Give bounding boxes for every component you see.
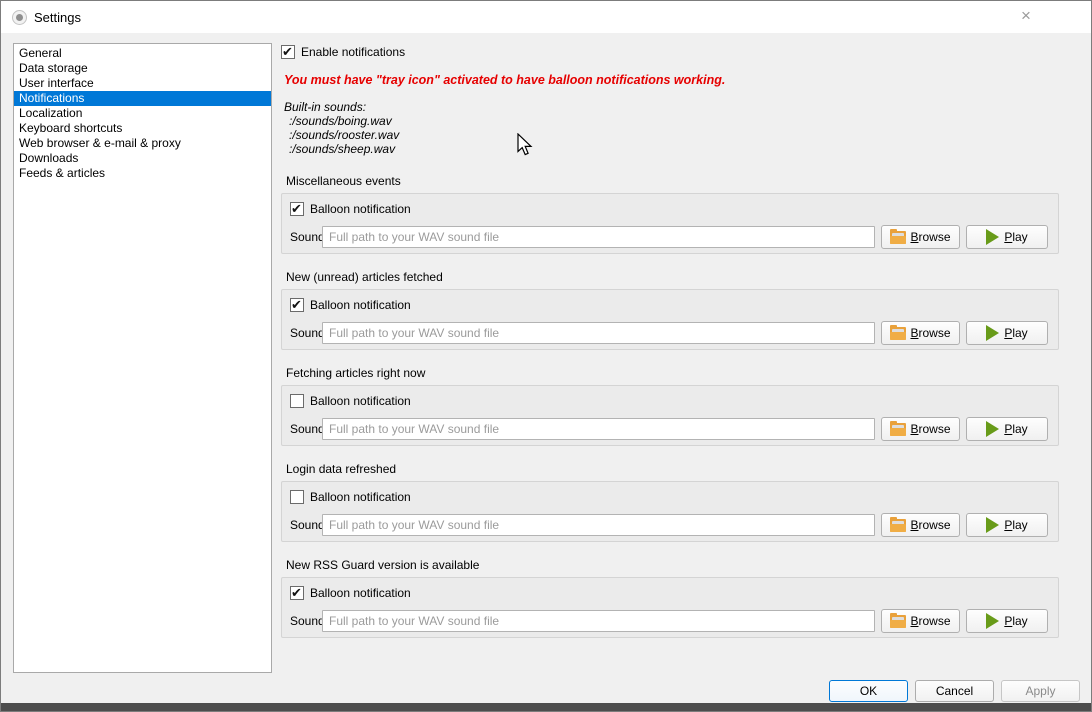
window-title: Settings xyxy=(34,10,81,25)
balloon-row: Balloon notification xyxy=(290,202,1048,216)
sound-label: Sound xyxy=(290,518,322,532)
play-button[interactable]: Play xyxy=(966,321,1048,345)
play-icon xyxy=(986,229,999,245)
sound-row: Sound Browse Play xyxy=(290,513,1048,537)
close-icon[interactable]: × xyxy=(1015,6,1037,28)
builtin-sounds-block: Built-in sounds: :/sounds/boing.wav :/so… xyxy=(284,100,1069,156)
notification-sections: Miscellaneous events Balloon notificatio… xyxy=(281,174,1069,638)
balloon-notification-checkbox[interactable] xyxy=(290,298,304,312)
sidebar-item-web-browser-e-mail-proxy[interactable]: Web browser & e-mail & proxy xyxy=(14,136,271,151)
notification-section: New RSS Guard version is available Ballo… xyxy=(281,558,1069,638)
play-icon xyxy=(986,325,999,341)
notification-section: New (unread) articles fetched Balloon no… xyxy=(281,270,1069,350)
balloon-notification-label: Balloon notification xyxy=(310,394,411,408)
sidebar-item-data-storage[interactable]: Data storage xyxy=(14,61,271,76)
play-icon xyxy=(986,613,999,629)
section-title: Miscellaneous events xyxy=(286,174,1069,188)
folder-icon xyxy=(890,615,906,628)
notifications-panel: Enable notifications You must have "tray… xyxy=(281,45,1069,654)
balloon-notification-label: Balloon notification xyxy=(310,586,411,600)
play-button[interactable]: Play xyxy=(966,417,1048,441)
balloon-row: Balloon notification xyxy=(290,586,1048,600)
sound-path-input[interactable] xyxy=(322,418,875,440)
sidebar-item-localization[interactable]: Localization xyxy=(14,106,271,121)
browse-button[interactable]: Browse xyxy=(881,609,960,633)
tray-icon-warning-text: You must have "tray icon" activated to h… xyxy=(284,73,1069,87)
settings-gear-icon xyxy=(12,10,27,25)
play-button[interactable]: Play xyxy=(966,513,1048,537)
sidebar-item-feeds-articles[interactable]: Feeds & articles xyxy=(14,166,271,181)
browse-button[interactable]: Browse xyxy=(881,513,960,537)
section-groupbox: Balloon notification Sound Browse Play xyxy=(281,481,1059,542)
sound-row: Sound Browse Play xyxy=(290,225,1048,249)
notification-section: Miscellaneous events Balloon notificatio… xyxy=(281,174,1069,254)
enable-notifications-row: Enable notifications xyxy=(281,45,1069,59)
sidebar-item-user-interface[interactable]: User interface xyxy=(14,76,271,91)
sound-row: Sound Browse Play xyxy=(290,417,1048,441)
section-groupbox: Balloon notification Sound Browse Play xyxy=(281,385,1059,446)
sound-path-input[interactable] xyxy=(322,610,875,632)
builtin-sound-path: :/sounds/boing.wav xyxy=(284,114,1069,128)
folder-icon xyxy=(890,231,906,244)
builtin-sound-path: :/sounds/rooster.wav xyxy=(284,128,1069,142)
balloon-notification-label: Balloon notification xyxy=(310,490,411,504)
balloon-notification-checkbox[interactable] xyxy=(290,202,304,216)
notification-section: Login data refreshed Balloon notificatio… xyxy=(281,462,1069,542)
folder-icon xyxy=(890,327,906,340)
section-groupbox: Balloon notification Sound Browse Play xyxy=(281,577,1059,638)
play-icon xyxy=(986,517,999,533)
balloon-notification-label: Balloon notification xyxy=(310,298,411,312)
sound-label: Sound xyxy=(290,422,322,436)
sidebar-item-keyboard-shortcuts[interactable]: Keyboard shortcuts xyxy=(14,121,271,136)
balloon-notification-checkbox[interactable] xyxy=(290,490,304,504)
settings-category-list: GeneralData storageUser interfaceNotific… xyxy=(13,43,272,673)
balloon-row: Balloon notification xyxy=(290,394,1048,408)
sidebar-item-notifications[interactable]: Notifications xyxy=(14,91,271,106)
sound-label: Sound xyxy=(290,230,322,244)
apply-button: Apply xyxy=(1001,680,1080,702)
browse-button[interactable]: Browse xyxy=(881,225,960,249)
play-button[interactable]: Play xyxy=(966,225,1048,249)
browse-button[interactable]: Browse xyxy=(881,321,960,345)
sidebar-item-downloads[interactable]: Downloads xyxy=(14,151,271,166)
builtin-sound-path: :/sounds/sheep.wav xyxy=(284,142,1069,156)
cancel-button[interactable]: Cancel xyxy=(915,680,994,702)
section-title: Login data refreshed xyxy=(286,462,1069,476)
sound-label: Sound xyxy=(290,326,322,340)
balloon-notification-label: Balloon notification xyxy=(310,202,411,216)
folder-icon xyxy=(890,423,906,436)
balloon-row: Balloon notification xyxy=(290,298,1048,312)
play-button[interactable]: Play xyxy=(966,609,1048,633)
enable-notifications-label: Enable notifications xyxy=(301,45,405,59)
notification-section: Fetching articles right now Balloon noti… xyxy=(281,366,1069,446)
sound-label: Sound xyxy=(290,614,322,628)
mouse-cursor xyxy=(517,133,534,157)
enable-notifications-checkbox[interactable] xyxy=(281,45,295,59)
sound-path-input[interactable] xyxy=(322,226,875,248)
titlebar: Settings × xyxy=(1,1,1091,33)
balloon-notification-checkbox[interactable] xyxy=(290,586,304,600)
balloon-row: Balloon notification xyxy=(290,490,1048,504)
section-title: New RSS Guard version is available xyxy=(286,558,1069,572)
balloon-notification-checkbox[interactable] xyxy=(290,394,304,408)
window-bottom-edge xyxy=(1,703,1091,711)
play-icon xyxy=(986,421,999,437)
sound-row: Sound Browse Play xyxy=(290,609,1048,633)
sound-path-input[interactable] xyxy=(322,514,875,536)
sidebar-item-general[interactable]: General xyxy=(14,46,271,61)
sound-path-input[interactable] xyxy=(322,322,875,344)
browse-button[interactable]: Browse xyxy=(881,417,960,441)
section-groupbox: Balloon notification Sound Browse Play xyxy=(281,289,1059,350)
folder-icon xyxy=(890,519,906,532)
ok-button[interactable]: OK xyxy=(829,680,908,702)
section-groupbox: Balloon notification Sound Browse Play xyxy=(281,193,1059,254)
section-title: Fetching articles right now xyxy=(286,366,1069,380)
section-title: New (unread) articles fetched xyxy=(286,270,1069,284)
builtin-sounds-title: Built-in sounds: xyxy=(284,100,1069,114)
settings-dialog: Settings × GeneralData storageUser inter… xyxy=(0,0,1092,712)
sound-row: Sound Browse Play xyxy=(290,321,1048,345)
